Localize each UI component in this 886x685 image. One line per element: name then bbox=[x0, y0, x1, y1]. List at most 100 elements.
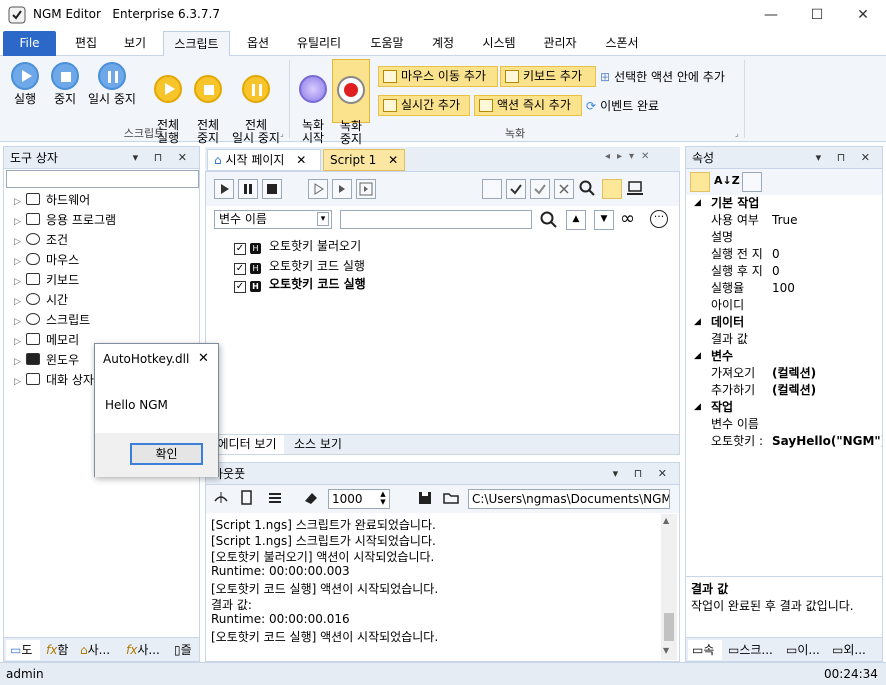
doc-tab-controls[interactable]: ◂▸▾✕ bbox=[605, 151, 656, 162]
add-realtime-button[interactable]: 실시간 추가 bbox=[378, 95, 470, 116]
tree-item-mouse[interactable]: ▷ 마우스 bbox=[14, 251, 79, 269]
sort-alpha-icon[interactable]: A↓Z bbox=[714, 174, 740, 187]
infinity-icon[interactable]: ∞ bbox=[620, 208, 635, 229]
panel-controls[interactable]: ▾ ⊓ ✕ bbox=[613, 463, 673, 485]
property-pages-icon[interactable] bbox=[742, 172, 762, 192]
check-icon[interactable] bbox=[506, 179, 526, 199]
group-launcher-icon[interactable]: ⌟ bbox=[735, 129, 739, 138]
dialog-close-button[interactable]: ✕ bbox=[198, 351, 209, 366]
output-path-field[interactable]: C:\Users\ngmas\Documents\NGM6\ bbox=[468, 489, 670, 509]
variable-name-select[interactable]: 변수 이름 ▾ bbox=[214, 210, 332, 229]
close-icon[interactable]: ✕ bbox=[388, 153, 398, 167]
tab-toolbox[interactable]: ▭도 bbox=[6, 640, 40, 660]
prop-add[interactable]: 추가하기 (컬렉션) bbox=[686, 382, 882, 399]
tab-utility[interactable]: 유틸리티 bbox=[286, 31, 352, 56]
prop-autohotkey-code[interactable]: 오토핫키 : SayHello("NGM") bbox=[686, 433, 882, 450]
previous-icon[interactable]: ▲ bbox=[566, 210, 586, 230]
checkbox[interactable]: ✓ bbox=[234, 281, 246, 293]
folder-icon[interactable] bbox=[442, 489, 462, 509]
tree-item-hardware[interactable]: ▷ 하드웨어 bbox=[14, 191, 90, 209]
eraser-icon[interactable] bbox=[302, 489, 322, 509]
tab-view[interactable]: 보기 bbox=[112, 31, 158, 56]
tab-source-view[interactable]: 소스 보기 bbox=[286, 435, 350, 454]
tab-start-page[interactable]: ⌂ 시작 페이지 ✕ bbox=[207, 149, 321, 171]
monitor-icon[interactable] bbox=[626, 179, 646, 199]
panel-controls[interactable]: ▾ ⊓ ✕ bbox=[133, 147, 193, 169]
tab-user-functions[interactable]: fx사... bbox=[122, 640, 168, 660]
section-basic[interactable]: ◢ 기본 작업 bbox=[686, 195, 882, 212]
search-icon[interactable] bbox=[578, 179, 598, 199]
close-icon[interactable]: ✕ bbox=[296, 153, 306, 167]
tab-images[interactable]: ▭이... bbox=[782, 640, 826, 660]
spin-arrows-icon[interactable]: ▲ ▼ bbox=[378, 490, 388, 506]
next-icon[interactable]: ▼ bbox=[594, 210, 614, 230]
prop-delay-after[interactable]: 실행 후 지0 bbox=[686, 263, 882, 280]
close-button[interactable]: ✕ bbox=[840, 0, 886, 31]
pause-button[interactable]: 일시 중지 bbox=[84, 62, 140, 106]
pause-icon[interactable] bbox=[238, 179, 258, 199]
tab-scripts[interactable]: ▭스크... bbox=[724, 640, 780, 660]
clean-icon[interactable] bbox=[212, 489, 232, 509]
variable-search-input[interactable] bbox=[340, 210, 532, 229]
group-launcher-icon[interactable]: ⌟ bbox=[280, 129, 284, 138]
tab-users[interactable]: ⌂사... bbox=[76, 640, 120, 660]
minimize-button[interactable]: — bbox=[748, 0, 794, 31]
prop-id[interactable]: 아이디 bbox=[686, 297, 882, 314]
file-settings-icon[interactable] bbox=[238, 489, 258, 509]
add-mouse-move-button[interactable]: 마우스 이동 추가 bbox=[378, 66, 498, 87]
search-icon[interactable] bbox=[539, 210, 559, 230]
ok-button[interactable]: 확인 bbox=[130, 443, 203, 465]
scroll-down-icon[interactable]: ▼ bbox=[663, 646, 669, 655]
check-light-icon[interactable] bbox=[530, 179, 550, 199]
section-task[interactable]: ◢ 작업 bbox=[686, 399, 882, 416]
scroll-up-icon[interactable]: ▲ bbox=[663, 516, 669, 525]
prop-delay-before[interactable]: 실행 전 지0 bbox=[686, 246, 882, 263]
tree-item-keyboard[interactable]: ▷ 키보드 bbox=[14, 271, 79, 289]
tab-functions[interactable]: fx함 bbox=[42, 640, 74, 660]
section-data[interactable]: ◢ 데이터 bbox=[686, 314, 882, 331]
add-keyboard-button[interactable]: 키보드 추가 bbox=[500, 66, 596, 87]
add-action-now-button[interactable]: 액션 즉시 추가 bbox=[474, 95, 582, 116]
stop-icon[interactable] bbox=[262, 179, 282, 199]
list-icon[interactable] bbox=[266, 489, 286, 509]
tab-external[interactable]: ▭외... bbox=[828, 640, 880, 660]
tab-properties[interactable]: ▭속 bbox=[688, 640, 722, 660]
run-button[interactable]: 실행 bbox=[6, 62, 44, 106]
output-scrollbar[interactable]: ▲ ▼ bbox=[661, 514, 677, 660]
prop-run-rate[interactable]: 실행율 100 bbox=[686, 280, 882, 297]
save-icon[interactable] bbox=[416, 489, 436, 509]
prop-enabled[interactable]: 사용 여부 True bbox=[686, 212, 882, 229]
panel-controls[interactable]: ▾ ⊓ ✕ bbox=[816, 147, 876, 169]
prop-description[interactable]: 설명 bbox=[686, 229, 882, 246]
tab-account[interactable]: 계정 bbox=[420, 31, 466, 56]
more-icon[interactable]: ··· bbox=[650, 210, 668, 228]
tab-script[interactable]: 스크립트 bbox=[163, 31, 230, 57]
tree-icon[interactable] bbox=[602, 179, 622, 199]
tab-sponsor[interactable]: 스폰서 bbox=[593, 31, 651, 56]
interval-stepper[interactable]: 1000 ▲ ▼ bbox=[328, 489, 390, 509]
tab-help[interactable]: 도움말 bbox=[358, 31, 416, 56]
tree-item-dialog[interactable]: ▷ 대화 상자 bbox=[14, 371, 94, 389]
tree-item-script[interactable]: ▷ 스크립트 bbox=[14, 311, 90, 329]
checkbox[interactable]: ✓ bbox=[234, 263, 246, 275]
toolbox-search-input[interactable] bbox=[6, 170, 199, 188]
tab-file[interactable]: File bbox=[3, 31, 56, 56]
prop-result[interactable]: 결과 값 bbox=[686, 331, 882, 348]
tab-options[interactable]: 옵션 bbox=[235, 31, 281, 56]
prop-import[interactable]: 가져오기 (컬렉션) bbox=[686, 365, 882, 382]
step-over-icon[interactable] bbox=[356, 179, 376, 199]
action-item-selected[interactable]: ✓ H 오토핫키 코드 실행 bbox=[234, 275, 366, 293]
tab-script-1[interactable]: Script 1 ✕ bbox=[323, 149, 405, 171]
tab-edit[interactable]: 편집 bbox=[62, 31, 110, 56]
checkbox[interactable]: ✓ bbox=[234, 243, 246, 255]
tab-favorites[interactable]: ▯즐 bbox=[170, 640, 198, 660]
tree-item-window[interactable]: ▷ 윈도우 bbox=[14, 351, 79, 369]
tree-item-application[interactable]: ▷ 응용 프로그램 bbox=[14, 211, 116, 229]
tab-system[interactable]: 시스템 bbox=[471, 31, 527, 56]
step-icon[interactable] bbox=[332, 179, 352, 199]
play-icon[interactable] bbox=[214, 179, 234, 199]
clear-icon[interactable] bbox=[554, 179, 574, 199]
play-outline-icon[interactable] bbox=[308, 179, 328, 199]
tab-editor-view[interactable]: 에디터 보기 bbox=[210, 435, 284, 454]
stop-button[interactable]: 중지 bbox=[46, 62, 84, 106]
